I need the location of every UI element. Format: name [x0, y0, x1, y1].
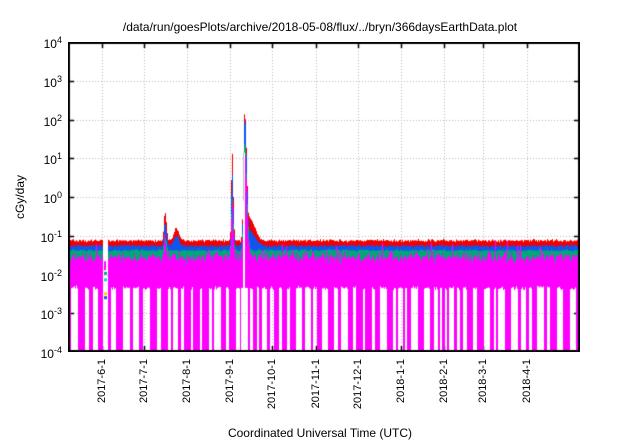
x-tick-label: 2017-8-1 — [181, 359, 193, 404]
y-tick-label: 101 — [43, 151, 62, 168]
y-tick-label: 10-3 — [40, 306, 62, 323]
y-tick-label: 102 — [43, 112, 62, 129]
y-tick-label: 10-4 — [40, 345, 62, 361]
y-tick-label: 10-1 — [40, 228, 62, 245]
y-tick-label: 104 — [43, 35, 62, 51]
x-tick-label: 2018-1-1 — [395, 359, 407, 404]
plot-title: /data/run/goesPlots/archive/2018-05-08/f… — [122, 20, 518, 34]
x-tick-label: 2017-9-1 — [224, 359, 236, 404]
x-tick-label: 2017-12-1 — [352, 359, 364, 410]
goes-dose-plot-figure: /data/run/goesPlots/archive/2018-05-08/f… — [0, 0, 640, 448]
x-tick-label: 2017-11-1 — [310, 359, 322, 409]
x-tick-label: 2017-6-1 — [96, 359, 108, 404]
x-axis-title: Coordinated Universal Time (UTC) — [227, 426, 413, 440]
x-tick-label: 2017-7-1 — [138, 359, 150, 404]
y-axis-title: cGy/day — [13, 174, 27, 220]
y-tick-label: 100 — [43, 190, 62, 206]
plot-canvas — [68, 42, 580, 352]
x-tick-label: 2018-4-1 — [521, 359, 533, 404]
x-tick-label: 2017-10-1 — [266, 359, 278, 410]
y-tick-label: 10-2 — [40, 267, 62, 284]
y-tick-label: 103 — [43, 73, 62, 90]
x-tick-label: 2018-3-1 — [477, 359, 489, 404]
x-tick-label: 2018-2-1 — [438, 359, 450, 404]
